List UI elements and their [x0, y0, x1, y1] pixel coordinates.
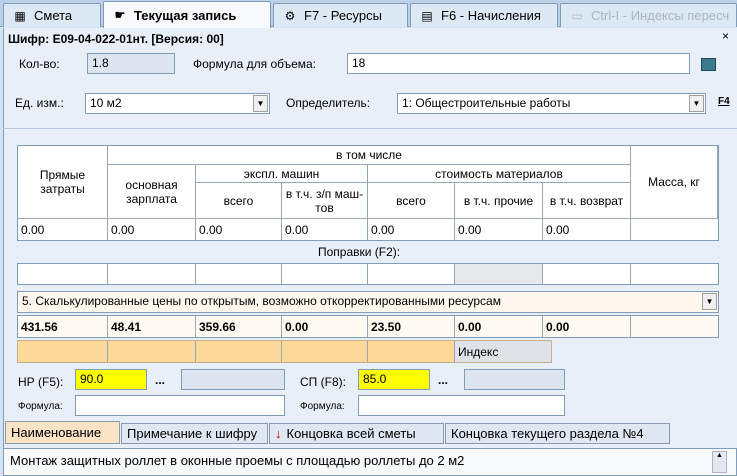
qty-label: Кол-во:: [19, 57, 60, 71]
value-machines-incl[interactable]: 0.00: [282, 219, 368, 240]
header-materials: стоимость материалов: [368, 165, 631, 183]
tab-accruals[interactable]: ▤ F6 - Начисления: [410, 3, 558, 27]
header-machines: экспл. машин: [196, 165, 368, 183]
index-cell[interactable]: [368, 341, 455, 362]
header-materials-return: в т.ч. возврат: [543, 183, 631, 219]
bottom-tab-strip: Наименование Примечание к шифру ↓ Концовк…: [3, 421, 737, 444]
tab-estimate-ending[interactable]: ↓ Концовка всей сметы: [269, 423, 444, 444]
close-icon[interactable]: ×: [722, 29, 729, 43]
header-base-salary: основная зарплата: [108, 165, 196, 219]
tab-current-record[interactable]: ☛ Текущая запись: [103, 1, 271, 28]
index-cell[interactable]: [108, 341, 196, 362]
document-icon: ▭: [571, 8, 583, 23]
chevron-down-icon[interactable]: ▼: [689, 95, 704, 112]
sp-formula-field[interactable]: [358, 395, 565, 416]
index-label: Индекс: [455, 341, 551, 362]
tab-section-ending[interactable]: Концовка текущего раздела №4: [445, 423, 670, 444]
cost-grid: Прямые затраты в том числе Масса, кг осн…: [17, 145, 719, 241]
determiner-label: Определитель:: [286, 96, 371, 110]
value-mass[interactable]: [631, 219, 718, 240]
calculator-icon: ▤: [421, 8, 433, 23]
chevron-down-icon[interactable]: ▼: [253, 95, 268, 112]
calc-machines-incl: 0.00: [282, 316, 368, 337]
correction-cell[interactable]: [282, 264, 368, 284]
sp-readonly-field: [464, 369, 565, 390]
gear-icon: ⚙: [284, 8, 296, 23]
top-tab-strip: ▦ Смета ☛ Текущая запись ⚙ F7 - Ресурсы ▤ F6…: [0, 0, 737, 28]
index-cell[interactable]: [18, 341, 108, 362]
value-materials-other[interactable]: 0.00: [455, 219, 543, 240]
nr-formula-field[interactable]: [75, 395, 285, 416]
nr-value-field[interactable]: 90.0: [75, 369, 147, 390]
volume-formula-field[interactable]: 18: [347, 53, 690, 74]
table-icon: ▦: [14, 8, 26, 23]
nr-formula-label: Формула:: [18, 401, 63, 412]
calc-direct: 431.56: [18, 316, 108, 337]
sp-value-field[interactable]: 85.0: [358, 369, 430, 390]
header-mass: Масса, кг: [631, 146, 718, 219]
tab-recalc-indexes[interactable]: ▭ Ctrl-I - Индексы пересч: [560, 3, 737, 27]
header-materials-total: всего: [368, 183, 455, 219]
sp-browse-button[interactable]: ...: [438, 373, 448, 387]
value-materials-return[interactable]: 0.00: [543, 219, 631, 240]
header-machines-incl: в т.ч. з/п маш-тов: [282, 183, 368, 219]
calculated-row: 431.56 48.41 359.66 0.00 23.50 0.00 0.00: [17, 315, 719, 338]
price-mode-select[interactable]: 5. Скалькулированные цены по открытым, в…: [17, 291, 719, 313]
calc-materials-other: 0.00: [455, 316, 543, 337]
nr-browse-button[interactable]: ...: [155, 373, 165, 387]
value-direct[interactable]: 0.00: [18, 219, 108, 240]
volume-formula-label: Формула для объема:: [193, 57, 317, 71]
correction-cell[interactable]: [108, 264, 196, 284]
tab-code-note[interactable]: Примечание к шифру: [121, 423, 268, 444]
record-code-header: Шифр: Е09-04-022-01нт. [Версия: 00]: [8, 32, 224, 46]
corrections-row: [17, 263, 719, 285]
f4-button[interactable]: F4: [718, 96, 730, 107]
calculator-icon[interactable]: [701, 58, 716, 71]
header-materials-other: в т.ч. прочие: [455, 183, 543, 219]
sp-formula-label: Формула:: [300, 401, 345, 412]
unit-select[interactable]: 10 м2 ▼: [85, 93, 270, 114]
correction-cell-disabled: [455, 264, 543, 284]
nr-readonly-field: [181, 369, 285, 390]
qty-field[interactable]: 1.8: [87, 53, 175, 74]
unit-label: Ед. изм.:: [15, 96, 64, 110]
calc-base-salary: 48.41: [108, 316, 196, 337]
correction-cell[interactable]: [631, 264, 718, 284]
header-machines-total: всего: [196, 183, 282, 219]
value-machines-total[interactable]: 0.00: [196, 219, 282, 240]
correction-cell[interactable]: [368, 264, 455, 284]
calc-materials-return: 0.00: [543, 316, 631, 337]
index-row: Индекс: [17, 340, 552, 363]
tab-name[interactable]: Наименование: [5, 421, 120, 444]
divider: [3, 128, 737, 129]
nr-label: НР (F5):: [18, 375, 64, 389]
determiner-select[interactable]: 1: Общестроительные работы ▼: [397, 93, 706, 114]
calc-materials-total: 23.50: [368, 316, 455, 337]
correction-cell[interactable]: [543, 264, 631, 284]
chevron-down-icon[interactable]: ▼: [702, 293, 717, 310]
index-cell[interactable]: [282, 341, 368, 362]
hand-pointer-icon: ☛: [114, 8, 126, 22]
calc-mass: [631, 316, 718, 337]
corrections-label: Поправки (F2):: [318, 245, 401, 259]
correction-cell[interactable]: [18, 264, 108, 284]
header-including: в том числе: [108, 146, 631, 165]
value-materials-total[interactable]: 0.00: [368, 219, 455, 240]
arrow-down-icon: ↓: [275, 426, 282, 441]
header-direct-costs: Прямые затраты: [18, 146, 108, 219]
value-base-salary[interactable]: 0.00: [108, 219, 196, 240]
scroll-up-icon[interactable]: ▲: [712, 451, 727, 473]
sp-label: СП (F8):: [300, 375, 346, 389]
calc-machines-total: 359.66: [196, 316, 282, 337]
index-cell[interactable]: [196, 341, 282, 362]
correction-cell[interactable]: [196, 264, 282, 284]
tab-resources[interactable]: ⚙ F7 - Ресурсы: [273, 3, 408, 27]
description-field[interactable]: Монтаж защитных роллет в оконные проемы …: [3, 448, 737, 476]
tab-smeta[interactable]: ▦ Смета: [3, 3, 101, 27]
